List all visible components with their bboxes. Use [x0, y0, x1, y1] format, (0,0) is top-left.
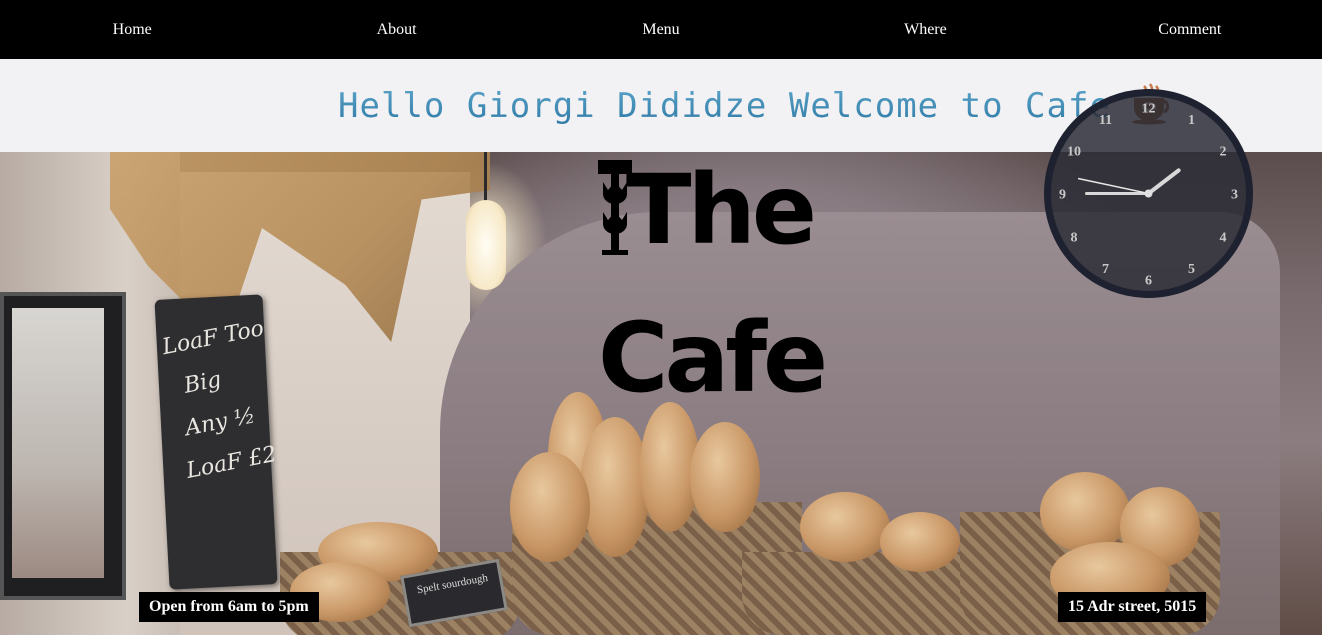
clock-number: 10: [1067, 145, 1081, 160]
nav-where[interactable]: Where: [793, 21, 1057, 39]
opening-hours: Open from 6am to 5pm: [139, 592, 319, 622]
analog-clock: 121234567891011: [1044, 89, 1253, 298]
light-bulb-icon: [466, 200, 506, 290]
address: 15 Adr street, 5015: [1058, 592, 1207, 622]
logo-the: The: [626, 154, 817, 266]
clock-number: 12: [1142, 102, 1156, 117]
clock-center: [1144, 189, 1153, 198]
bread-loaf: [800, 492, 890, 562]
framed-picture: [0, 292, 126, 600]
cafe-logo: The Cafe: [598, 160, 828, 415]
clock-number: 11: [1099, 113, 1112, 128]
clock-number: 9: [1059, 188, 1066, 203]
nav-about[interactable]: About: [264, 21, 528, 39]
logo-cafe: Cafe: [598, 302, 828, 414]
clock-number: 5: [1188, 262, 1195, 277]
bread-loaf: [690, 422, 760, 532]
clock-number: 8: [1071, 231, 1078, 246]
chalkboard: LoaF Too Big Any ½ LoaF £2: [154, 294, 279, 590]
clock-number: 4: [1219, 231, 1226, 246]
top-nav: Home About Menu Where Comment: [0, 0, 1322, 59]
bread-loaf: [580, 417, 650, 557]
nav-comment[interactable]: Comment: [1058, 21, 1322, 39]
nav-home[interactable]: Home: [0, 21, 264, 39]
clock-number: 2: [1219, 145, 1226, 160]
clock-number: 7: [1102, 262, 1109, 277]
clock-number: 6: [1145, 274, 1152, 289]
greeting-text: Hello Giorgi Dididze Welcome to Cafe: [338, 86, 1111, 126]
lamp-cord: [484, 152, 487, 202]
clock-number: 1: [1188, 113, 1195, 128]
bread-loaf: [1040, 472, 1130, 552]
clock-number: 3: [1231, 188, 1238, 203]
nav-menu[interactable]: Menu: [529, 21, 793, 39]
bread-loaf: [510, 452, 590, 562]
bread-loaf: [880, 512, 960, 572]
